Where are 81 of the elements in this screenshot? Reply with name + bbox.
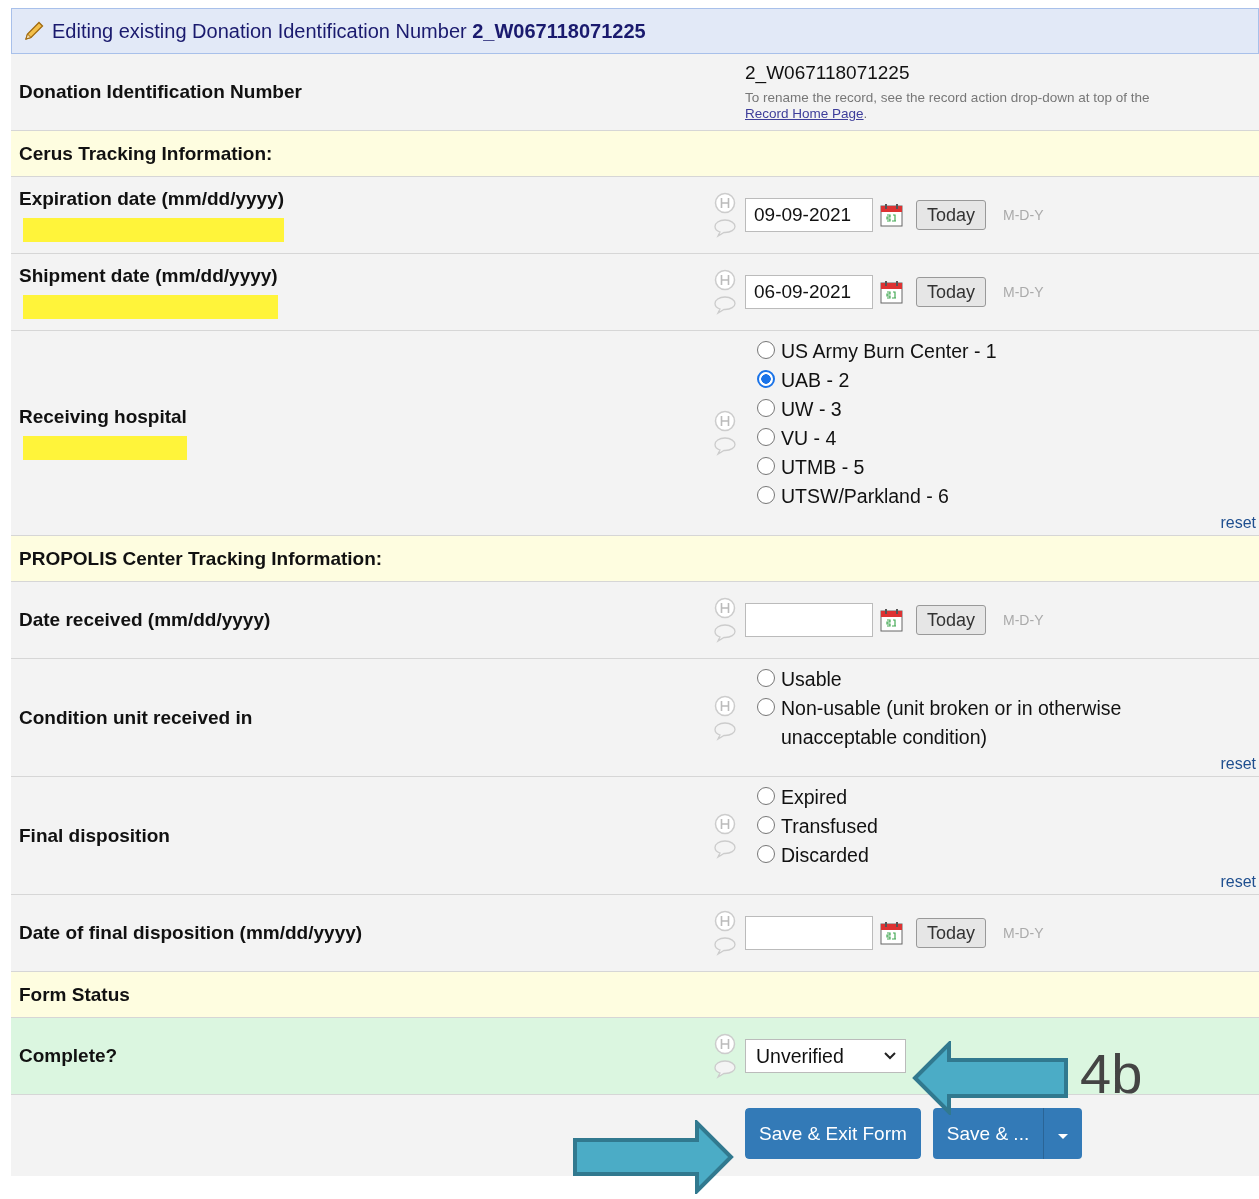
comment-icon[interactable] — [713, 936, 737, 956]
field-label: Expiration date (mm/dd/yyyy) — [19, 188, 284, 210]
field-label: Donation Identification Number — [19, 81, 302, 103]
radio-button[interactable] — [757, 457, 775, 475]
history-icon[interactable] — [714, 597, 736, 619]
radio-button[interactable] — [757, 341, 775, 359]
history-icon[interactable] — [714, 812, 736, 835]
radio-option-label[interactable]: UTSW/Parkland - 6 — [781, 482, 949, 511]
caret-icon — [1058, 1133, 1069, 1140]
header-text: Editing existing Donation Identification Number 2_W067118071225 — [52, 19, 646, 43]
field-label: Date received (mm/dd/yyyy) — [19, 609, 271, 631]
record-home-link[interactable]: Record Home Page — [745, 106, 864, 121]
history-icon[interactable] — [714, 410, 736, 432]
history-icon[interactable] — [714, 192, 736, 214]
calendar-icon[interactable] — [880, 280, 903, 304]
date-field[interactable]: 09-09-2021 — [745, 198, 873, 232]
field-label: Date of final disposition (mm/dd/yyyy) — [19, 922, 363, 944]
comment-icon[interactable] — [713, 623, 737, 643]
calendar-icon[interactable] — [880, 921, 903, 945]
status-dropdown[interactable]: Unverified — [745, 1039, 906, 1073]
radio-button[interactable] — [757, 816, 775, 834]
save-button[interactable]: Save & ... — [932, 1108, 1044, 1159]
radio-option-label[interactable]: VU - 4 — [781, 424, 837, 453]
radio-option-label[interactable]: Transfused — [781, 812, 878, 841]
date-format-hint: M-D-Y — [1003, 284, 1044, 300]
rename-note: To rename the record, see the record action drop-down at top of the Record Home Page. — [745, 90, 1150, 122]
comment-icon[interactable] — [713, 436, 737, 456]
date-field[interactable]: 06-09-2021 — [745, 275, 873, 309]
radio-option-label[interactable]: UTMB - 5 — [781, 453, 865, 482]
field-label: Shipment date (mm/dd/yyyy) — [19, 265, 278, 287]
radio-option-label[interactable]: Expired — [781, 783, 848, 812]
radio-button[interactable] — [757, 399, 775, 417]
date-field[interactable] — [745, 603, 873, 637]
today-button[interactable]: Today — [916, 918, 987, 948]
date-format-hint: M-D-Y — [1003, 925, 1044, 941]
field-label: Condition unit received in — [19, 706, 253, 729]
section-header: Cerus Tracking Information: — [19, 142, 273, 165]
radio-option-label[interactable]: UW - 3 — [781, 395, 842, 424]
calendar-icon[interactable] — [880, 203, 903, 227]
radio-button[interactable] — [757, 428, 775, 446]
radio-option-label[interactable]: Discarded — [781, 841, 869, 870]
date-format-hint: M-D-Y — [1003, 612, 1044, 628]
reset-link[interactable]: reset — [1220, 755, 1256, 773]
reset-link[interactable]: reset — [1220, 514, 1256, 532]
save-button[interactable]: Save & Exit Form — [745, 1108, 921, 1159]
comment-icon[interactable] — [713, 1059, 737, 1079]
callout-label: 4b — [1080, 1044, 1143, 1104]
history-icon[interactable] — [714, 269, 736, 291]
today-button[interactable]: Today — [916, 605, 987, 635]
radio-button[interactable] — [757, 669, 775, 687]
chevron-icon — [883, 1051, 897, 1061]
record-id: 2_W067118071225 — [745, 62, 910, 84]
field-label: Complete? — [19, 1045, 118, 1067]
section-header: Form Status — [19, 983, 130, 1006]
radio-button[interactable] — [757, 845, 775, 863]
radio-option-label[interactable]: Non-usable (unit broken or in otherwise unacceptable condition) — [781, 694, 1167, 752]
history-icon[interactable] — [714, 910, 736, 932]
calendar-icon[interactable] — [880, 608, 903, 632]
radio-option-label[interactable]: Usable — [781, 665, 842, 694]
comment-icon[interactable] — [713, 720, 737, 741]
radio-button[interactable] — [757, 486, 775, 504]
comment-icon[interactable] — [713, 295, 737, 315]
date-format-hint: M-D-Y — [1003, 207, 1044, 223]
radio-option-label[interactable]: US Army Burn Center - 1 — [781, 337, 997, 366]
today-button[interactable]: Today — [916, 277, 987, 307]
history-icon[interactable] — [714, 1033, 736, 1055]
radio-option-label[interactable]: UAB - 2 — [781, 366, 850, 395]
radio-button[interactable] — [757, 787, 775, 805]
radio-button[interactable] — [757, 698, 775, 716]
reset-link[interactable]: reset — [1220, 873, 1256, 891]
pencil-icon — [22, 19, 46, 43]
field-label: Final disposition — [19, 824, 170, 847]
radio-button[interactable] — [757, 370, 775, 388]
comment-icon[interactable] — [713, 218, 737, 238]
today-button[interactable]: Today — [916, 200, 987, 230]
dropdown-toggle[interactable] — [1043, 1108, 1083, 1159]
field-label: Receiving hospital — [19, 406, 187, 428]
comment-icon[interactable] — [713, 838, 737, 859]
section-header: PROPOLIS Center Tracking Information: — [19, 547, 383, 570]
date-field[interactable] — [745, 916, 873, 950]
history-icon[interactable] — [714, 694, 736, 717]
